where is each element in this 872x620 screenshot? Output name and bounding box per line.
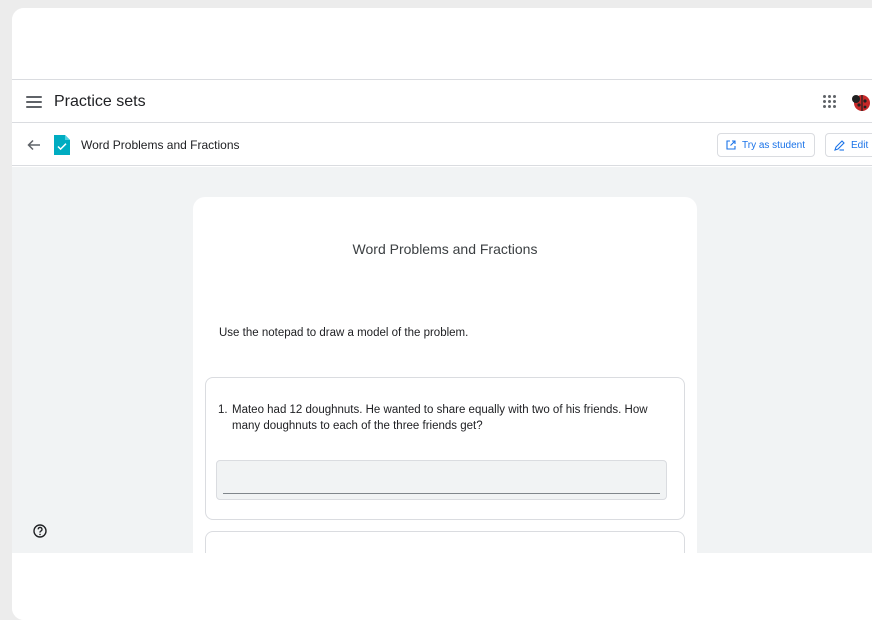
question-text: 1. Mateo had 12 doughnuts. He wanted to … [218,402,668,434]
card-title: Word Problems and Fractions [352,241,538,257]
open-in-new-icon [726,140,736,150]
practice-set-title: Word Problems and Fractions [81,137,240,152]
edit-button[interactable]: Edit [825,133,872,157]
try-as-student-button[interactable]: Try as student [717,133,815,157]
question-prompt: Mateo had 12 doughnuts. He wanted to sha… [232,404,648,432]
practice-set-toolbar: Word Problems and Fractions Try as stude… [12,124,872,166]
answer-input[interactable] [216,460,667,500]
hamburger-menu-icon[interactable] [26,95,42,108]
help-icon[interactable] [33,524,47,538]
try-as-student-label: Try as student [742,139,805,151]
main-content: Word Problems and Fractions Use the note… [12,167,872,597]
bottom-blank-area [12,553,872,620]
google-apps-grid-icon[interactable] [823,95,836,108]
edit-label: Edit [851,139,869,151]
arrow-back-icon[interactable] [26,137,42,153]
practice-set-check-icon [54,134,70,155]
app-title: Practice sets [54,92,146,110]
question-number: 1. [218,404,228,416]
avatar[interactable] [850,91,872,113]
answer-underline [223,493,660,494]
browser-top-area [12,8,872,80]
practice-set-card: Word Problems and Fractions Use the note… [193,197,697,597]
question-card: 1. Mateo had 12 doughnuts. He wanted to … [205,377,685,520]
pencil-icon [834,139,845,151]
ladybug-avatar-icon [852,95,870,111]
app-window: Practice sets Word Problems and Fraction… [12,8,872,620]
instructions-text: Use the notepad to draw a model of the p… [219,327,469,339]
app-bar: Practice sets [12,81,872,123]
